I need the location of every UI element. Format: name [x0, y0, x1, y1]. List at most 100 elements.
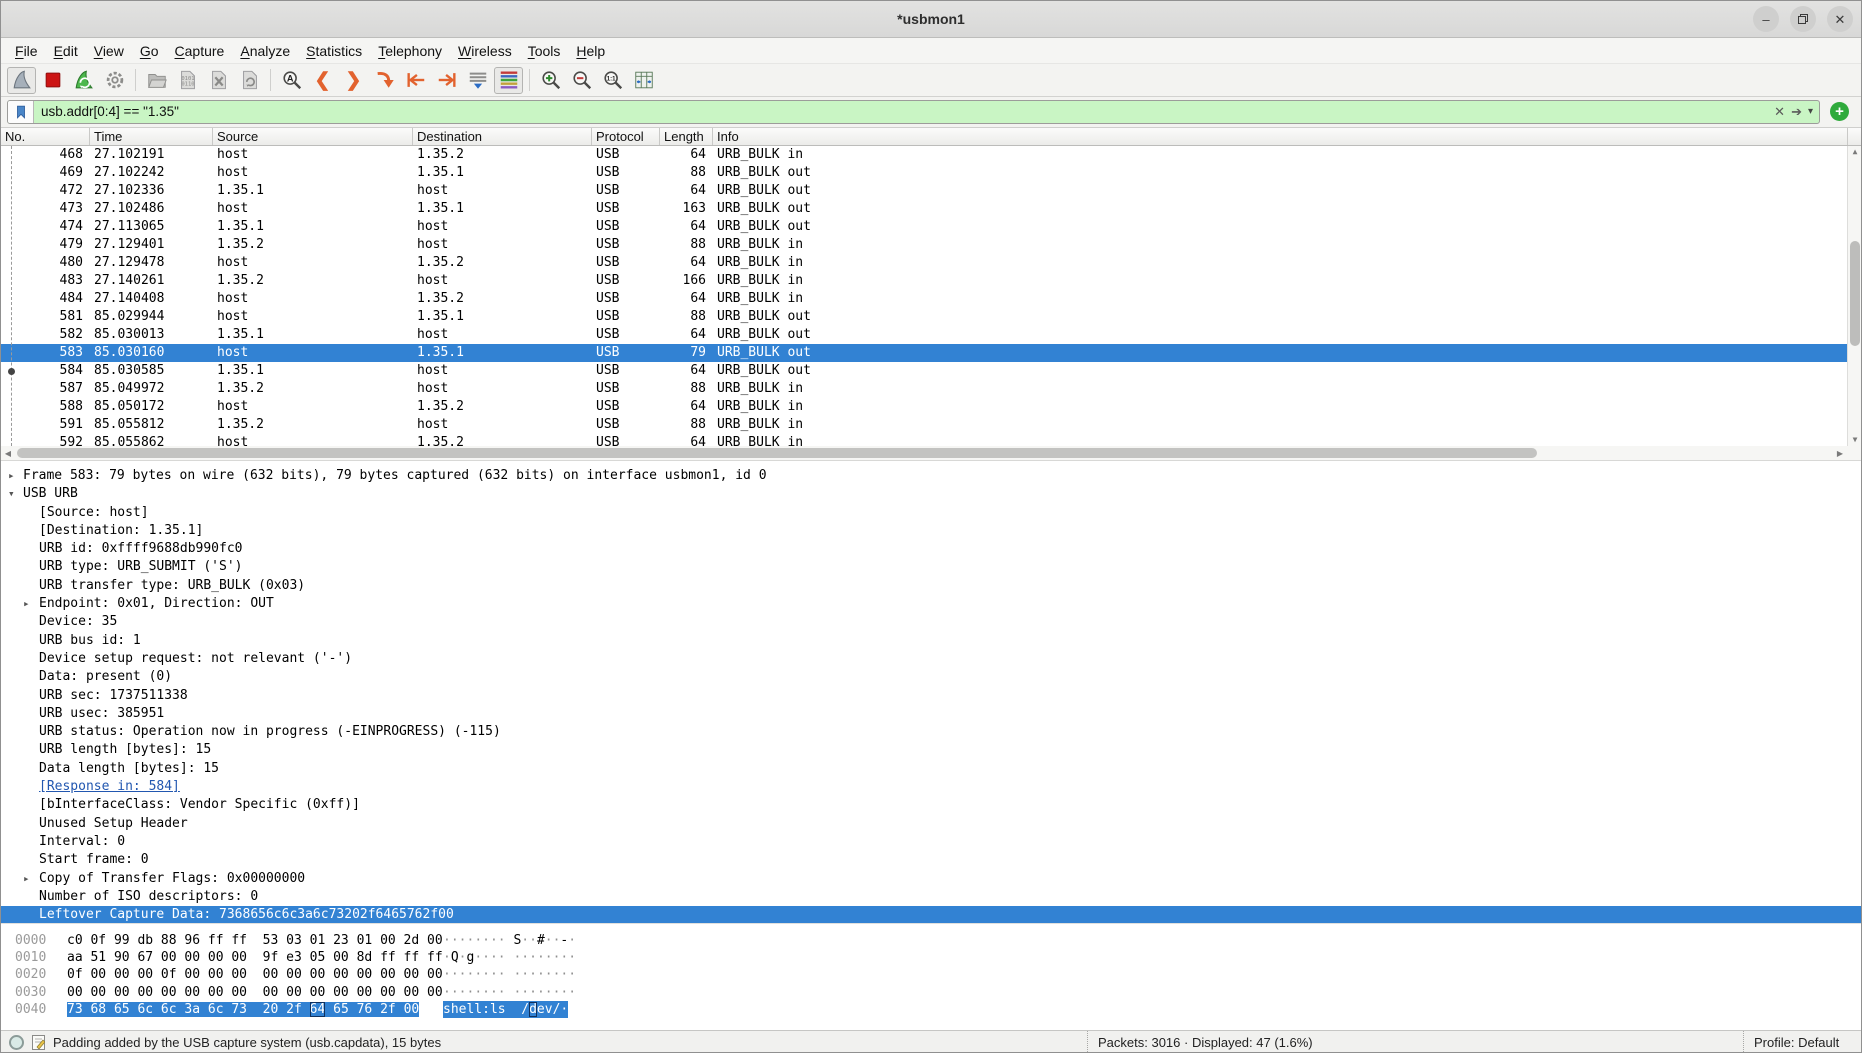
detail-line[interactable]: [Destination: 1.35.1]: [1, 522, 1861, 540]
hex-row[interactable]: 003000 00 00 00 00 00 00 00 00 00 00 00 …: [1, 984, 1861, 1001]
display-filter-field[interactable]: ✕ ➔ ▾: [7, 100, 1820, 124]
save-file-icon[interactable]: 01010110: [173, 67, 202, 94]
collapsed-arrow-icon[interactable]: ▸: [8, 467, 15, 485]
collapsed-arrow-icon[interactable]: ▸: [23, 870, 30, 888]
detail-line[interactable]: Start frame: 0: [1, 851, 1861, 869]
collapsed-arrow-icon[interactable]: ▸: [23, 595, 30, 613]
scroll-right-icon[interactable]: ▶: [1833, 446, 1847, 461]
first-packet-icon[interactable]: [401, 67, 430, 94]
detail-line[interactable]: Device: 35: [1, 613, 1861, 631]
zoom-in-icon[interactable]: [536, 67, 565, 94]
scroll-left-icon[interactable]: ◀: [1, 446, 15, 461]
scroll-down-icon[interactable]: ▼: [1848, 434, 1861, 446]
detail-line[interactable]: [Source: host]: [1, 504, 1861, 522]
zoom-original-icon[interactable]: 1:1: [598, 67, 627, 94]
hex-row[interactable]: 00200f 00 00 00 0f 00 00 00 00 00 00 00 …: [1, 966, 1861, 983]
filter-clear-icon[interactable]: ✕: [1774, 104, 1785, 120]
filter-bookmark-button[interactable]: [8, 101, 34, 123]
packet-list-vertical-scrollbar[interactable]: ▲ ▼: [1847, 146, 1861, 446]
reload-file-icon[interactable]: [235, 67, 264, 94]
capture-options-icon[interactable]: [100, 67, 129, 94]
capture-comment-icon[interactable]: [32, 1035, 45, 1050]
packet-row[interactable]: 46927.102242host1.35.1USB88URB_BULK out: [1, 164, 1861, 182]
detail-line[interactable]: Data length [bytes]: 15: [1, 760, 1861, 778]
minimize-button[interactable]: –: [1753, 6, 1779, 32]
packet-row[interactable]: 58285.0300131.35.1hostUSB64URB_BULK out: [1, 326, 1861, 344]
colorize-icon[interactable]: [494, 67, 523, 94]
detail-line[interactable]: URB type: URB_SUBMIT ('S'): [1, 558, 1861, 576]
auto-scroll-icon[interactable]: [463, 67, 492, 94]
display-filter-input[interactable]: [34, 104, 1774, 119]
packet-row[interactable]: 48427.140408host1.35.2USB64URB_BULK in: [1, 290, 1861, 308]
menu-wireless[interactable]: Wireless: [450, 41, 520, 61]
capture-stop-icon[interactable]: [38, 67, 67, 94]
detail-line[interactable]: URB id: 0xffff9688db990fc0: [1, 540, 1861, 558]
column-header-protocol[interactable]: Protocol: [592, 128, 660, 145]
detail-line[interactable]: URB usec: 385951: [1, 705, 1861, 723]
detail-line[interactable]: ▸Frame 583: 79 bytes on wire (632 bits),…: [1, 467, 1861, 485]
filter-dropdown-icon[interactable]: ▾: [1808, 106, 1813, 117]
column-header-destination[interactable]: Destination: [413, 128, 592, 145]
close-button[interactable]: ✕: [1827, 6, 1853, 32]
filter-apply-icon[interactable]: ➔: [1791, 104, 1802, 120]
zoom-out-icon[interactable]: [567, 67, 596, 94]
next-packet-icon[interactable]: ❯: [339, 67, 368, 94]
menu-file[interactable]: File: [7, 41, 46, 61]
detail-line[interactable]: URB length [bytes]: 15: [1, 741, 1861, 759]
expanded-arrow-icon[interactable]: ▾: [8, 485, 15, 503]
packet-row[interactable]: 47327.102486host1.35.1USB163URB_BULK out: [1, 200, 1861, 218]
menu-edit[interactable]: Edit: [46, 41, 86, 61]
column-header-length[interactable]: Length: [660, 128, 713, 145]
detail-line[interactable]: URB bus id: 1: [1, 632, 1861, 650]
find-packet-icon[interactable]: A: [277, 67, 306, 94]
hex-row[interactable]: 0000c0 0f 99 db 88 96 ff ff 53 03 01 23 …: [1, 932, 1861, 949]
packet-row[interactable]: 48027.129478host1.35.2USB64URB_BULK in: [1, 254, 1861, 272]
expert-info-icon[interactable]: [9, 1035, 24, 1050]
detail-line[interactable]: ▸Endpoint: 0x01, Direction: OUT: [1, 595, 1861, 613]
detail-line[interactable]: Data: present (0): [1, 668, 1861, 686]
packet-row[interactable]: 47427.1130651.35.1hostUSB64URB_BULK out: [1, 218, 1861, 236]
detail-line[interactable]: ▸Copy of Transfer Flags: 0x00000000: [1, 870, 1861, 888]
detail-line[interactable]: URB transfer type: URB_BULK (0x03): [1, 577, 1861, 595]
detail-line[interactable]: [Response in: 584]: [1, 778, 1861, 796]
detail-line[interactable]: URB sec: 1737511338: [1, 687, 1861, 705]
menu-tools[interactable]: Tools: [520, 41, 569, 61]
packet-list-horizontal-scrollbar[interactable]: ◀ ▶: [1, 446, 1861, 461]
hex-row[interactable]: 004073 68 65 6c 6c 3a 6c 73 20 2f 64 65 …: [1, 1001, 1861, 1018]
packet-row[interactable]: 47227.1023361.35.1hostUSB64URB_BULK out: [1, 182, 1861, 200]
last-packet-icon[interactable]: [432, 67, 461, 94]
packet-row[interactable]: 48327.1402611.35.2hostUSB166URB_BULK in: [1, 272, 1861, 290]
packet-row[interactable]: 58885.050172host1.35.2USB64URB_BULK in: [1, 398, 1861, 416]
detail-line-selected[interactable]: Leftover Capture Data: 7368656c6c3a6c732…: [1, 906, 1861, 923]
packet-row[interactable]: 59285.055862host1.35.2USB64URB_BULK in: [1, 434, 1861, 446]
packet-row[interactable]: 46827.102191host1.35.2USB64URB_BULK in: [1, 146, 1861, 164]
filter-add-button[interactable]: +: [1830, 102, 1849, 121]
open-file-icon[interactable]: [142, 67, 171, 94]
packet-row[interactable]: 58185.029944host1.35.1USB88URB_BULK out: [1, 308, 1861, 326]
column-header-source[interactable]: Source: [213, 128, 413, 145]
menu-statistics[interactable]: Statistics: [298, 41, 370, 61]
menu-view[interactable]: View: [86, 41, 132, 61]
detail-line[interactable]: Device setup request: not relevant ('-'): [1, 650, 1861, 668]
detail-line[interactable]: Number of ISO descriptors: 0: [1, 888, 1861, 906]
packet-row[interactable]: 59185.0558121.35.2hostUSB88URB_BULK in: [1, 416, 1861, 434]
scrollbar-thumb[interactable]: [1850, 241, 1860, 346]
menu-capture[interactable]: Capture: [167, 41, 233, 61]
close-file-icon[interactable]: [204, 67, 233, 94]
hex-row[interactable]: 0010aa 51 90 67 00 00 00 00 9f e3 05 00 …: [1, 949, 1861, 966]
scrollbar-thumb[interactable]: [17, 448, 1537, 458]
restore-button[interactable]: [1790, 6, 1816, 32]
detail-line[interactable]: Interval: 0: [1, 833, 1861, 851]
resize-columns-icon[interactable]: [629, 67, 658, 94]
capture-restart-icon[interactable]: [69, 67, 98, 94]
column-header-info[interactable]: Info: [713, 128, 1848, 145]
packet-row[interactable]: 58385.030160host1.35.1USB79URB_BULK out: [1, 344, 1861, 362]
profile-label[interactable]: Profile: Default: [1744, 1035, 1861, 1050]
detail-line[interactable]: ▾USB URB: [1, 485, 1861, 503]
capture-start-icon[interactable]: [7, 67, 36, 94]
packet-row[interactable]: 58785.0499721.35.2hostUSB88URB_BULK in: [1, 380, 1861, 398]
column-header-time[interactable]: Time: [90, 128, 213, 145]
detail-line[interactable]: Unused Setup Header: [1, 815, 1861, 833]
menu-help[interactable]: Help: [568, 41, 613, 61]
menu-telephony[interactable]: Telephony: [370, 41, 450, 61]
